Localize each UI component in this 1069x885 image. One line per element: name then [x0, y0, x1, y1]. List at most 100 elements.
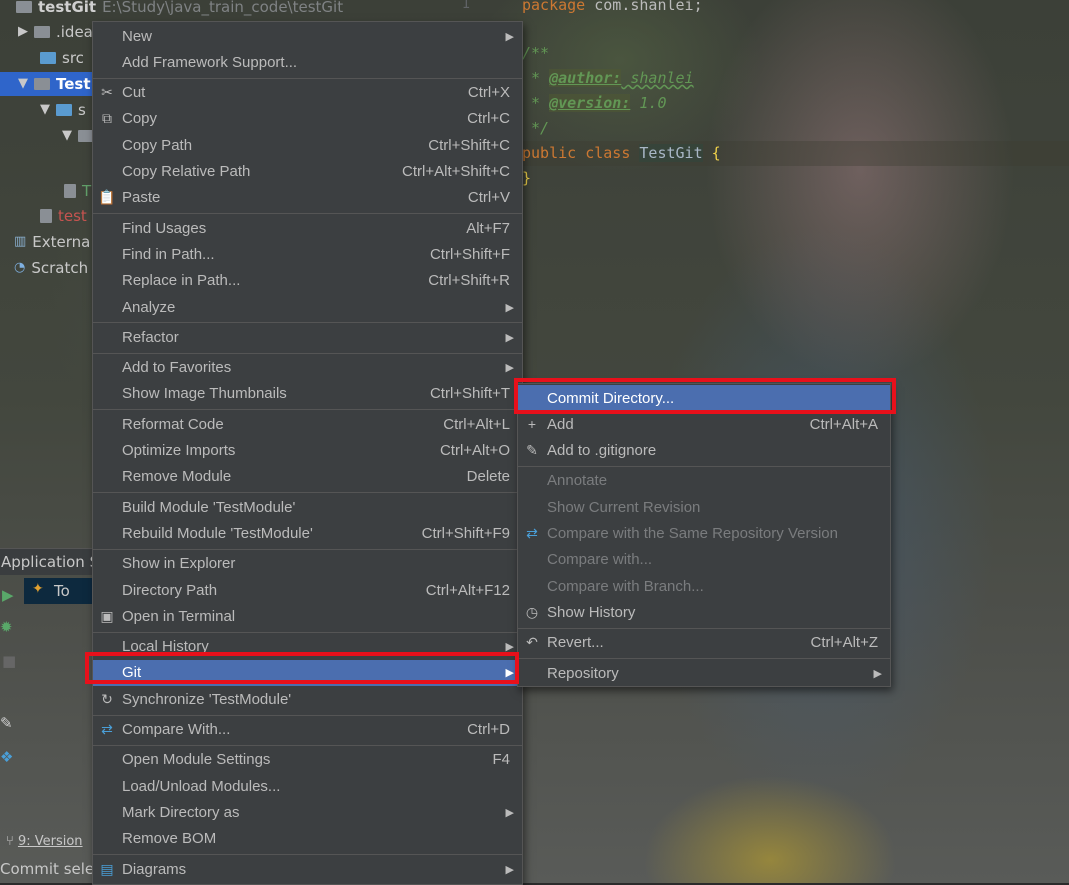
menu-item-copy-relative-path[interactable]: Copy Relative Path Ctrl+Alt+Shift+C	[93, 159, 522, 185]
menu-item-cut[interactable]: ✂ Cut Ctrl+X	[93, 80, 522, 106]
menu-item-label: Local History	[122, 638, 209, 656]
submenu-arrow-icon: ▶	[505, 863, 514, 876]
debug-icon[interactable]: ✹	[0, 618, 13, 636]
menu-item-repository[interactable]: Repository ▶	[518, 660, 890, 686]
menu-item-label: Rebuild Module 'TestModule'	[122, 524, 313, 542]
menu-item-load-unload-modules[interactable]: Load/Unload Modules...	[93, 773, 522, 799]
menu-item-remove-module[interactable]: Remove Module Delete	[93, 464, 522, 490]
tree-item-label: s	[78, 101, 86, 119]
menu-separator	[93, 714, 522, 716]
tree-item-external-libraries[interactable]: ▥ Externa	[14, 229, 90, 255]
menu-item-paste[interactable]: 📋 Paste Ctrl+V	[93, 185, 522, 211]
menu-separator	[93, 409, 522, 411]
menu-item-add-to-gitignore[interactable]: ✎ Add to .gitignore	[518, 438, 890, 464]
menu-item-commit-directory[interactable]: Commit Directory...	[518, 385, 890, 411]
menu-item-remove-bom[interactable]: Remove BOM	[93, 826, 522, 852]
clock-icon: ◷	[525, 603, 539, 620]
stop-icon[interactable]: ■	[2, 652, 16, 670]
menu-item-shortcut: Ctrl+Alt+A	[809, 415, 878, 433]
menu-item-copy-path[interactable]: Copy Path Ctrl+Shift+C	[93, 132, 522, 158]
menu-item-compare-with: Compare with...	[518, 547, 890, 573]
collapse-arrow-icon: ▼	[18, 76, 28, 91]
menu-separator	[518, 465, 890, 467]
menu-separator	[93, 77, 522, 79]
run-icon[interactable]: ▶	[2, 586, 14, 604]
menu-item-shortcut: Ctrl+Alt+Shift+C	[402, 163, 510, 180]
menu-item-label: Compare with Branch...	[547, 577, 704, 595]
menu-item-reformat-code[interactable]: Reformat Code Ctrl+Alt+L	[93, 411, 522, 437]
scratches-icon: ◔	[14, 260, 26, 275]
tree-item-idea[interactable]: ▶ .idea	[18, 19, 93, 45]
menu-item-local-history[interactable]: Local History ▶	[93, 634, 522, 660]
menu-item-label: Remove Module	[122, 468, 232, 486]
tree-item-src-sub[interactable]: ▼ s	[40, 97, 86, 123]
menu-item-refactor[interactable]: Refactor ▶	[93, 324, 522, 350]
menu-separator	[93, 352, 522, 354]
menu-item-mark-directory-as[interactable]: Mark Directory as ▶	[93, 799, 522, 825]
javadoc-value: 1.0	[630, 94, 667, 112]
menu-item-replace-in-path[interactable]: Replace in Path... Ctrl+Shift+R	[93, 268, 522, 294]
deploy-icon[interactable]: ❖	[0, 748, 13, 766]
menu-item-show-in-explorer[interactable]: Show in Explorer	[93, 551, 522, 577]
menu-item-rebuild-module-testmodule[interactable]: Rebuild Module 'TestModule' Ctrl+Shift+F9	[93, 520, 522, 546]
version-control-tab[interactable]: ⑂ 9: Version	[0, 834, 93, 856]
menu-item-new[interactable]: New ▶	[93, 23, 522, 49]
package-name-token: com.shanlei;	[585, 0, 703, 14]
copy-icon: ⧉	[102, 110, 112, 127]
menu-item-open-in-terminal[interactable]: ▣ Open in Terminal	[93, 603, 522, 629]
menu-item-find-in-path[interactable]: Find in Path... Ctrl+Shift+F	[93, 241, 522, 267]
tree-item-java-file[interactable]: T	[64, 178, 91, 204]
menu-item-find-usages[interactable]: Find Usages Alt+F7	[93, 215, 522, 241]
compare-icon: ⇄	[101, 721, 113, 737]
tree-item-src[interactable]: src	[40, 45, 84, 71]
menu-item-show-history[interactable]: ◷ Show History	[518, 599, 890, 625]
menu-item-diagrams[interactable]: ▤ Diagrams ▶	[93, 856, 522, 882]
branch-icon: ⑂	[6, 834, 14, 849]
menu-item-synchronize-testmodule[interactable]: ↻ Synchronize 'TestModule'	[93, 686, 522, 712]
menu-item-build-module-testmodule[interactable]: Build Module 'TestModule'	[93, 494, 522, 520]
menu-item-copy[interactable]: ⧉ Copy Ctrl+C	[93, 106, 522, 132]
tree-item-testmodule[interactable]: ▼ Test	[18, 71, 91, 97]
menu-separator	[93, 631, 522, 633]
menu-item-revert[interactable]: ↶ Revert... Ctrl+Alt+Z	[518, 630, 890, 656]
menu-item-open-module-settings[interactable]: Open Module Settings F4	[93, 747, 522, 773]
cut-icon: ✂	[101, 84, 113, 101]
code-line-author: * @author: shanlei	[522, 66, 694, 91]
menu-item-show-image-thumbnails[interactable]: Show Image Thumbnails Ctrl+Shift+T	[93, 381, 522, 407]
menu-item-directory-path[interactable]: Directory Path Ctrl+Alt+F12	[93, 577, 522, 603]
menu-item-shortcut: Ctrl+X	[467, 84, 510, 102]
edit-icon[interactable]: ✎	[0, 714, 13, 732]
menu-item-add-framework-support[interactable]: Add Framework Support...	[93, 49, 522, 75]
menu-item-optimize-imports[interactable]: Optimize Imports Ctrl+Alt+O	[93, 438, 522, 464]
menu-item-shortcut: Ctrl+Shift+T	[429, 385, 510, 403]
menu-separator	[93, 492, 522, 494]
run-config-row[interactable]: To ✦	[24, 578, 93, 604]
module-icon	[16, 1, 32, 13]
project-context-menu: New ▶ Add Framework Support... ✂ Cut Ctrl+X ⧉ C…	[92, 21, 523, 885]
menu-item-add[interactable]: + Add Ctrl+Alt+A	[518, 411, 890, 437]
project-root-row[interactable]: testGit E:\Study\java_train_code\testGit	[16, 0, 343, 20]
status-bar: Commit selec	[0, 860, 102, 883]
menu-item-label: Build Module 'TestModule'	[122, 498, 296, 516]
menu-item-compare-with[interactable]: ⇄ Compare With... Ctrl+D	[93, 717, 522, 743]
git-submenu: Commit Directory... + Add Ctrl+Alt+A ✎ Add to…	[517, 383, 891, 687]
libraries-icon: ▥	[14, 234, 27, 249]
submenu-arrow-icon: ▶	[873, 667, 882, 680]
keyword-token: public	[522, 144, 577, 162]
menu-item-label: Replace in Path...	[122, 272, 241, 290]
submenu-arrow-icon: ▶	[505, 806, 514, 819]
menu-item-analyze[interactable]: Analyze ▶	[93, 294, 522, 320]
comment-prefix: *	[522, 94, 550, 112]
menu-item-git[interactable]: Git ▶	[93, 659, 522, 686]
menu-item-label: Find in Path...	[122, 245, 215, 263]
app-servers-header: Application S	[0, 548, 99, 575]
submenu-arrow-icon: ▶	[505, 331, 514, 344]
menu-item-shortcut: Ctrl+V	[467, 189, 510, 207]
code-line-close: }	[522, 166, 531, 191]
menu-item-add-to-favorites[interactable]: Add to Favorites ▶	[93, 355, 522, 381]
submenu-arrow-icon: ▶	[505, 641, 514, 654]
tree-item-scratches[interactable]: ◔ Scratch	[14, 255, 88, 281]
tomcat-icon: ✦	[32, 581, 44, 597]
tree-item-iml[interactable]: test	[40, 203, 87, 229]
diagram-icon: ▤	[100, 860, 114, 877]
